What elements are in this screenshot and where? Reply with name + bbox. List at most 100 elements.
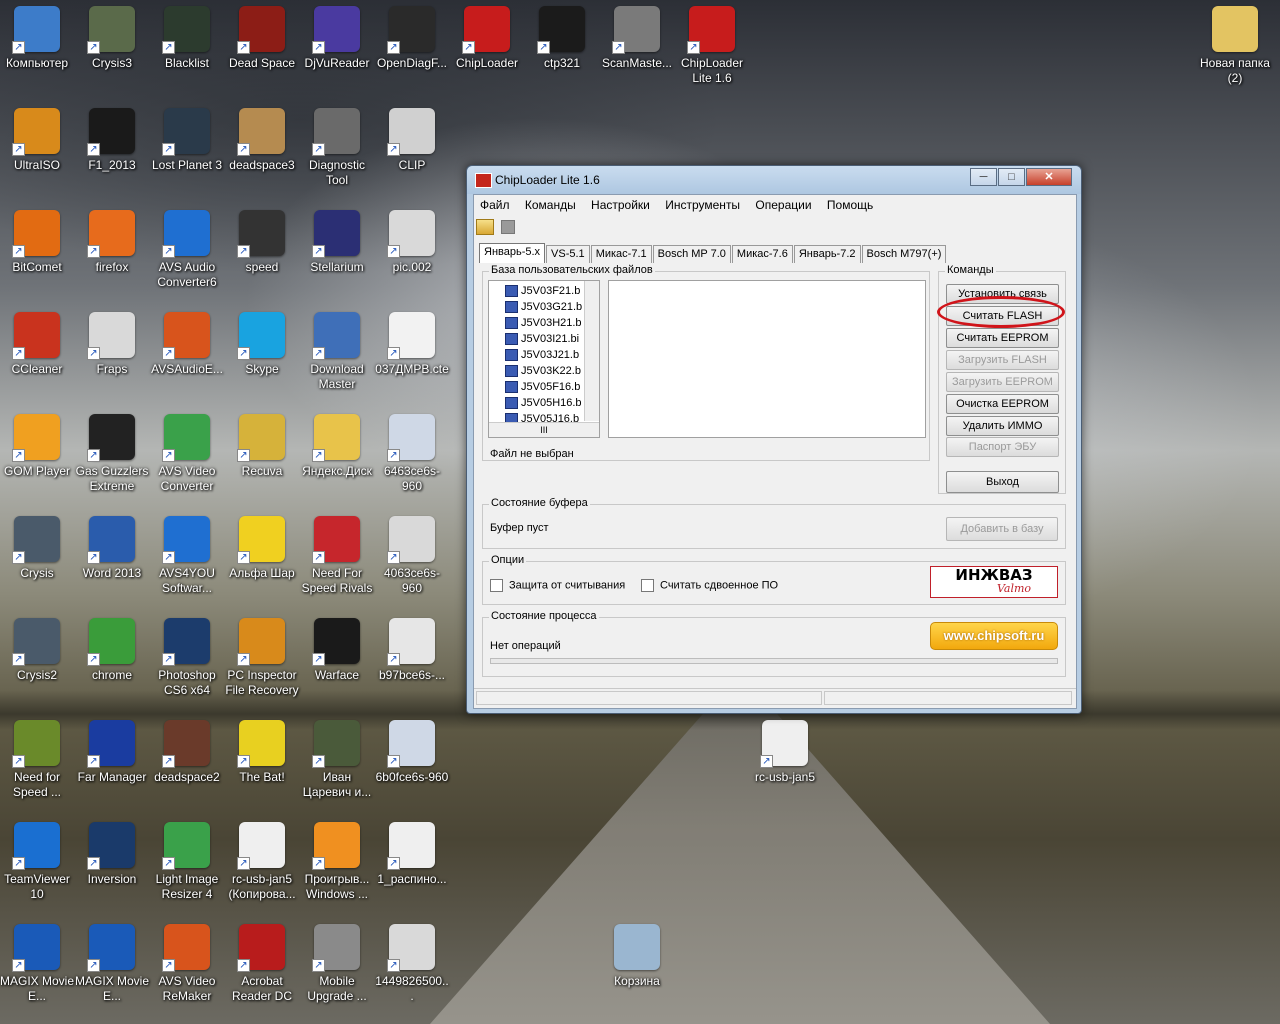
desktop-icon[interactable]: ↗ DjVuReader bbox=[300, 0, 374, 98]
desktop-icon[interactable]: ↗ Иван Царевич и... bbox=[300, 714, 374, 812]
desktop-icon[interactable]: ↗ ScanMaste... bbox=[600, 0, 674, 98]
add-to-database-button[interactable]: Добавить в базу bbox=[946, 517, 1058, 541]
desktop-icon[interactable]: ↗ rc-usb-jan5 bbox=[748, 714, 822, 812]
read-protect-checkbox[interactable] bbox=[490, 579, 503, 592]
desktop-icon[interactable]: ↗ Inversion bbox=[75, 816, 149, 914]
desktop-icon[interactable]: ↗ Gas Guzzlers Extreme bbox=[75, 408, 149, 506]
desktop-icon[interactable]: ↗ Diagnostic Tool bbox=[300, 102, 374, 200]
menu-tools[interactable]: Инструменты bbox=[659, 195, 746, 215]
desktop-icon[interactable]: ↗ PC Inspector File Recovery bbox=[225, 612, 299, 710]
desktop-icon[interactable]: ↗ Far Manager bbox=[75, 714, 149, 812]
desktop-icon[interactable]: ↗ Проигрыв... Windows ... bbox=[300, 816, 374, 914]
desktop-icon[interactable]: ↗ Fraps bbox=[75, 306, 149, 404]
desktop-icon[interactable]: ↗ Photoshop CS6 x64 bbox=[150, 612, 224, 710]
desktop-icon[interactable]: Корзина bbox=[600, 918, 674, 1016]
desktop-icon[interactable]: ↗ Skype bbox=[225, 306, 299, 404]
desktop-icon[interactable]: ↗ BitComet bbox=[0, 204, 74, 302]
desktop-icon[interactable]: ↗ CCleaner bbox=[0, 306, 74, 404]
desktop-icon[interactable]: ↗ Альфа Шар bbox=[225, 510, 299, 608]
write-eeprom-button[interactable]: Загрузить EEPROM bbox=[946, 372, 1059, 392]
desktop-icon[interactable]: ↗ pic.002 bbox=[375, 204, 449, 302]
desktop-icon[interactable]: ↗ 6463ce6s-960 bbox=[375, 408, 449, 506]
desktop-icon[interactable]: ↗ F1_2013 bbox=[75, 102, 149, 200]
desktop-icon[interactable]: ↗ AVSAudioE... bbox=[150, 306, 224, 404]
desktop-icon[interactable]: ↗ 1449826500... bbox=[375, 918, 449, 1016]
desktop-icon[interactable]: ↗ GOM Player bbox=[0, 408, 74, 506]
maximize-button[interactable]: □ bbox=[998, 168, 1025, 186]
menu-operations[interactable]: Операции bbox=[749, 195, 817, 215]
desktop-icon[interactable]: ↗ b97bce6s-... bbox=[375, 612, 449, 710]
desktop-icon[interactable]: ↗ MAGIX Movie E... bbox=[0, 918, 74, 1016]
tree-file-item[interactable]: J5V03I21.bi bbox=[505, 331, 582, 347]
menu-commands[interactable]: Команды bbox=[519, 195, 582, 215]
desktop-icon[interactable]: ↗ Acrobat Reader DC bbox=[225, 918, 299, 1016]
tab-vs-51[interactable]: VS-5.1 bbox=[546, 245, 590, 263]
desktop-icon[interactable]: ↗ AVS4YOU Softwar... bbox=[150, 510, 224, 608]
tree-file-item[interactable]: J5V05H16.b bbox=[505, 395, 582, 411]
tree-vertical-scrollbar[interactable] bbox=[584, 281, 599, 421]
minimize-button[interactable]: ─ bbox=[970, 168, 997, 186]
read-protect-option[interactable]: Защита от считывания bbox=[490, 579, 625, 592]
tree-file-item[interactable]: J5V03K22.b bbox=[505, 363, 582, 379]
chipsoft-link[interactable]: www.chipsoft.ru bbox=[930, 622, 1058, 650]
desktop-icon[interactable]: ↗ speed bbox=[225, 204, 299, 302]
desktop-icon[interactable]: ↗ Crysis bbox=[0, 510, 74, 608]
injvaz-logo[interactable]: ИНЖВАЗ Valmo bbox=[930, 566, 1058, 598]
desktop-icon[interactable]: ↗ 1_распино... bbox=[375, 816, 449, 914]
desktop-icon[interactable]: ↗ CLIP bbox=[375, 102, 449, 200]
desktop-icon[interactable]: ↗ rc-usb-jan5 (Копирова... bbox=[225, 816, 299, 914]
desktop-icon[interactable]: ↗ Компьютер bbox=[0, 0, 74, 98]
tab-bosch-m797[interactable]: Bosch M797(+) bbox=[861, 245, 947, 263]
tree-file-item[interactable]: J5V03J21.b bbox=[505, 347, 582, 363]
desktop-icon[interactable]: ↗ AVS Video Converter bbox=[150, 408, 224, 506]
desktop-icon[interactable]: ↗ Need For Speed Rivals bbox=[300, 510, 374, 608]
desktop-icon[interactable]: ↗ Яндекс.Диск bbox=[300, 408, 374, 506]
desktop-icon[interactable]: ↗ Need for Speed ... bbox=[0, 714, 74, 812]
desktop-icon[interactable]: ↗ ctp321 bbox=[525, 0, 599, 98]
tree-file-item[interactable]: J5V03H21.b bbox=[505, 315, 582, 331]
desktop-icon[interactable]: ↗ Recuva bbox=[225, 408, 299, 506]
menu-help[interactable]: Помощь bbox=[821, 195, 879, 215]
desktop-icon[interactable]: ↗ 037ДМРВ.ctе bbox=[375, 306, 449, 404]
tab-bosch-mp70[interactable]: Bosch MP 7.0 bbox=[652, 245, 731, 263]
tree-file-item[interactable]: J5V03F21.b bbox=[505, 283, 582, 299]
desktop-icon[interactable]: ↗ deadspace3 bbox=[225, 102, 299, 200]
tree-file-item[interactable]: J5V03G21.b bbox=[505, 299, 582, 315]
desktop-icon[interactable]: ↗ firefox bbox=[75, 204, 149, 302]
desktop-icon[interactable]: ↗ Blacklist bbox=[150, 0, 224, 98]
desktop-icon[interactable]: ↗ Crysis2 bbox=[0, 612, 74, 710]
tab-mikas-71[interactable]: Микас-7.1 bbox=[590, 245, 652, 263]
clear-eeprom-button[interactable]: Очистка EEPROM bbox=[946, 394, 1059, 414]
remove-immo-button[interactable]: Удалить ИММО bbox=[946, 416, 1059, 436]
desktop-icon[interactable]: ↗ Crysis3 bbox=[75, 0, 149, 98]
desktop-icon[interactable]: ↗ AVS Video ReMaker bbox=[150, 918, 224, 1016]
ecu-passport-button[interactable]: Паспорт ЭБУ bbox=[946, 437, 1059, 457]
tree-file-item[interactable]: J5V05F16.b bbox=[505, 379, 582, 395]
desktop-icon[interactable]: ↗ MAGIX Movie E... bbox=[75, 918, 149, 1016]
desktop-icon[interactable]: ↗ chrome bbox=[75, 612, 149, 710]
desktop-icon[interactable]: ↗ Light Image Resizer 4 bbox=[150, 816, 224, 914]
tab-mikas-76[interactable]: Микас-7.6 bbox=[731, 245, 793, 263]
desktop-icon[interactable]: ↗ ChipLoader bbox=[450, 0, 524, 98]
dual-firmware-checkbox[interactable] bbox=[641, 579, 654, 592]
exit-button[interactable]: Выход bbox=[946, 471, 1059, 493]
dual-firmware-option[interactable]: Считать сдвоенное ПО bbox=[641, 579, 778, 592]
write-flash-button[interactable]: Загрузить FLASH bbox=[946, 350, 1059, 370]
desktop-icon[interactable]: ↗ TeamViewer 10 bbox=[0, 816, 74, 914]
desktop-icon[interactable]: ↗ OpenDiagF... bbox=[375, 0, 449, 98]
desktop-icon[interactable]: ↗ UltraISO bbox=[0, 102, 74, 200]
window-titlebar[interactable]: ChipLoader Lite 1.6 ─ □ ✕ bbox=[467, 166, 1081, 194]
desktop-icon[interactable]: ↗ Stellarium bbox=[300, 204, 374, 302]
desktop-icon[interactable]: ↗ AVS Audio Converter6 bbox=[150, 204, 224, 302]
desktop-icon[interactable]: ↗ Mobile Upgrade ... bbox=[300, 918, 374, 1016]
desktop-icon[interactable]: ↗ deadspace2 bbox=[150, 714, 224, 812]
read-eeprom-button[interactable]: Считать EEPROM bbox=[946, 328, 1059, 348]
desktop-icon[interactable]: ↗ 4063ce6s-960 bbox=[375, 510, 449, 608]
desktop-icon[interactable]: ↗ Lost Planet 3 bbox=[150, 102, 224, 200]
stop-icon[interactable] bbox=[501, 220, 516, 234]
desktop-icon[interactable]: ↗ Word 2013 bbox=[75, 510, 149, 608]
open-folder-icon[interactable] bbox=[476, 219, 494, 235]
desktop-icon[interactable]: ↗ ChipLoader Lite 1.6 bbox=[675, 0, 749, 98]
close-button[interactable]: ✕ bbox=[1026, 168, 1072, 186]
tab-january-72[interactable]: Январь-7.2 bbox=[793, 245, 861, 263]
